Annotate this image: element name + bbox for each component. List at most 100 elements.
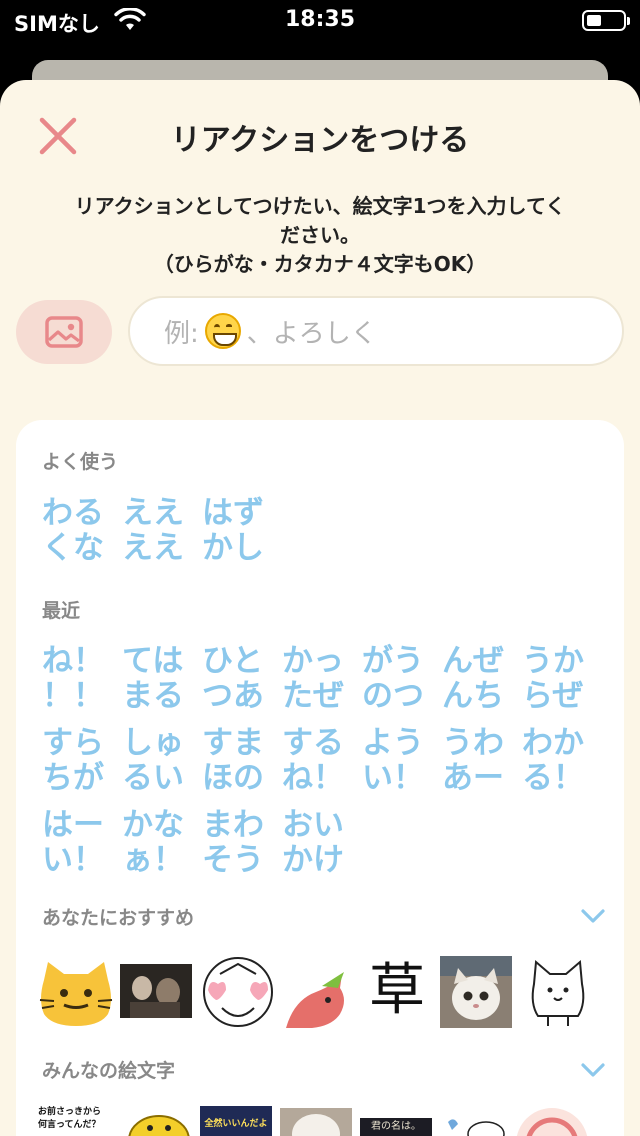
text-sticker-1[interactable]: お前さっきから 何言ってんだ？: [38, 1106, 114, 1136]
reaction-text-top: ては: [122, 643, 184, 679]
image-icon: [45, 316, 83, 348]
kusa-sticker[interactable]: 草: [366, 956, 428, 1026]
yellow-face-sticker[interactable]: [128, 1114, 190, 1136]
reaction-input[interactable]: 例: 、よろしく: [128, 296, 624, 366]
photo-sticker[interactable]: [120, 964, 192, 1018]
recent-reaction-item[interactable]: んぜ んち: [442, 644, 514, 714]
reaction-text-top: はー: [42, 807, 104, 843]
recent-reaction-item[interactable]: うか らぜ: [522, 644, 594, 714]
recent-reaction-item[interactable]: すま ほの: [202, 726, 274, 796]
cat-photo-sticker[interactable]: [440, 956, 512, 1028]
reaction-text-bottom: あー: [442, 760, 504, 796]
reaction-text-top: わる: [42, 495, 104, 531]
instructions-line-1: リアクションとしてつけたい、絵文字1つを入力してく: [74, 194, 566, 218]
reaction-text-top: がう: [362, 643, 424, 679]
reaction-text-top: うか: [522, 643, 584, 679]
sheet-title: リアクションをつける: [170, 123, 470, 158]
cat-face-icon[interactable]: [38, 960, 114, 1028]
recent-reaction-item[interactable]: がう のつ: [362, 644, 434, 714]
reaction-text-top: ええ: [122, 495, 184, 531]
reaction-text-bottom: つあ: [202, 678, 264, 714]
recent-reaction-item[interactable]: うわ あー: [442, 726, 514, 796]
reaction-text-bottom: い！: [362, 760, 424, 796]
reaction-text-bottom: ね！: [282, 760, 344, 796]
reaction-text-top: ね！: [42, 643, 104, 679]
recent-reaction-item[interactable]: かっ たぜ: [282, 644, 354, 714]
reaction-text-bottom: くな: [42, 530, 104, 566]
bird-sticker[interactable]: [282, 970, 352, 1030]
recent-reaction-item[interactable]: わか る！: [522, 726, 594, 796]
status-bar: SIMなし 18:35: [0, 0, 640, 44]
reaction-text-bottom: ！！: [42, 678, 104, 714]
recent-reaction-item[interactable]: おい かけ: [282, 808, 354, 878]
recent-reaction-item[interactable]: する ね！: [282, 726, 354, 796]
reaction-text-bottom: んち: [442, 678, 504, 714]
recent-reaction-item[interactable]: はー い！: [42, 808, 114, 878]
reaction-text-top: わか: [522, 725, 584, 761]
heart-hands-sticker[interactable]: [200, 954, 276, 1030]
battery-icon: [582, 10, 630, 31]
instructions-text: リアクションとしてつけたい、絵文字1つを入力してく ださい。 （ひらがな・カタカ…: [30, 192, 610, 279]
reaction-text-top: ひと: [202, 643, 264, 679]
reaction-text-bottom: ぁ！: [122, 842, 184, 878]
doodle-sticker[interactable]: [444, 1116, 508, 1136]
placeholder-suffix: 、よろしく: [246, 318, 377, 349]
reaction-text-top: んぜ: [442, 643, 504, 679]
reaction-text-bottom: らぜ: [522, 678, 584, 714]
reaction-text-bottom: まる: [122, 678, 184, 714]
reaction-text-bottom: かし: [202, 530, 264, 566]
instructions-line-3: （ひらがな・カタカナ４文字もOK）: [153, 252, 487, 276]
reaction-text-top: おい: [282, 807, 344, 843]
reaction-text-top: はず: [202, 495, 264, 531]
dog-photo-sticker[interactable]: [280, 1108, 352, 1136]
reaction-text-bottom: るい: [122, 760, 184, 796]
section-label-recommended: あなたにおすすめ: [42, 907, 195, 929]
reaction-text-bottom: かけ: [282, 842, 344, 878]
chevron-down-icon[interactable]: [580, 908, 606, 924]
frequent-reaction-item[interactable]: はず かし: [202, 496, 274, 566]
recent-reaction-item[interactable]: ては まる: [122, 644, 194, 714]
reaction-text-bottom: ちが: [42, 760, 104, 796]
reaction-text-bottom: のつ: [362, 678, 424, 714]
section-label-everyone: みんなの絵文字: [42, 1060, 176, 1082]
reaction-text-top: うわ: [442, 725, 504, 761]
reaction-text-bottom: ほの: [202, 760, 264, 796]
text-sticker-3[interactable]: 君の名は。: [360, 1118, 432, 1136]
reaction-text-bottom: たぜ: [282, 678, 344, 714]
recent-reaction-item[interactable]: しゅ るい: [122, 726, 194, 796]
reaction-text-top: よう: [362, 725, 424, 761]
placeholder-prefix: 例:: [164, 318, 199, 349]
chevron-down-icon[interactable]: [580, 1062, 606, 1078]
frequent-reaction-item[interactable]: ええ ええ: [122, 496, 194, 566]
reaction-text-bottom: る！: [522, 760, 584, 796]
reaction-text-top: しゅ: [122, 725, 184, 761]
reaction-text-bottom: い！: [42, 842, 104, 878]
recent-reaction-item[interactable]: すら ちが: [42, 726, 114, 796]
section-label-recent: 最近: [42, 600, 81, 622]
reaction-text-top: すま: [202, 725, 264, 761]
instructions-line-2: ださい。: [280, 223, 360, 247]
section-label-frequent: よく使う: [42, 451, 119, 473]
text-sticker-1-line-2: 何言ってんだ？: [38, 1120, 101, 1130]
text-sticker-2[interactable]: 全然いいんだよ: [200, 1106, 272, 1136]
reaction-text-bottom: ええ: [122, 530, 184, 566]
reaction-text-top: すら: [42, 725, 104, 761]
reaction-text-top: かな: [122, 807, 184, 843]
recent-reaction-item[interactable]: まわ そう: [202, 808, 274, 878]
frequent-reaction-item[interactable]: わる くな: [42, 496, 114, 566]
reaction-text-top: まわ: [202, 807, 264, 843]
recent-reaction-item[interactable]: よう い！: [362, 726, 434, 796]
reaction-text-top: かっ: [282, 643, 344, 679]
cat-drawing-sticker[interactable]: [526, 956, 590, 1028]
recent-reaction-item[interactable]: ひと つあ: [202, 644, 274, 714]
image-picker-button[interactable]: [16, 300, 112, 364]
text-sticker-1-line-1: お前さっきから: [38, 1107, 102, 1117]
text-sticker-2-text: 全然いいんだよ: [204, 1119, 268, 1129]
clock: 18:35: [284, 7, 356, 32]
recent-reaction-item[interactable]: ね！！！: [42, 644, 114, 714]
reaction-text-top: する: [282, 725, 344, 761]
prohibit-sticker[interactable]: [514, 1104, 590, 1136]
recent-reaction-item[interactable]: かな ぁ！: [122, 808, 194, 878]
reaction-text-bottom: そう: [202, 842, 264, 878]
grinning-face-icon: [204, 313, 241, 349]
